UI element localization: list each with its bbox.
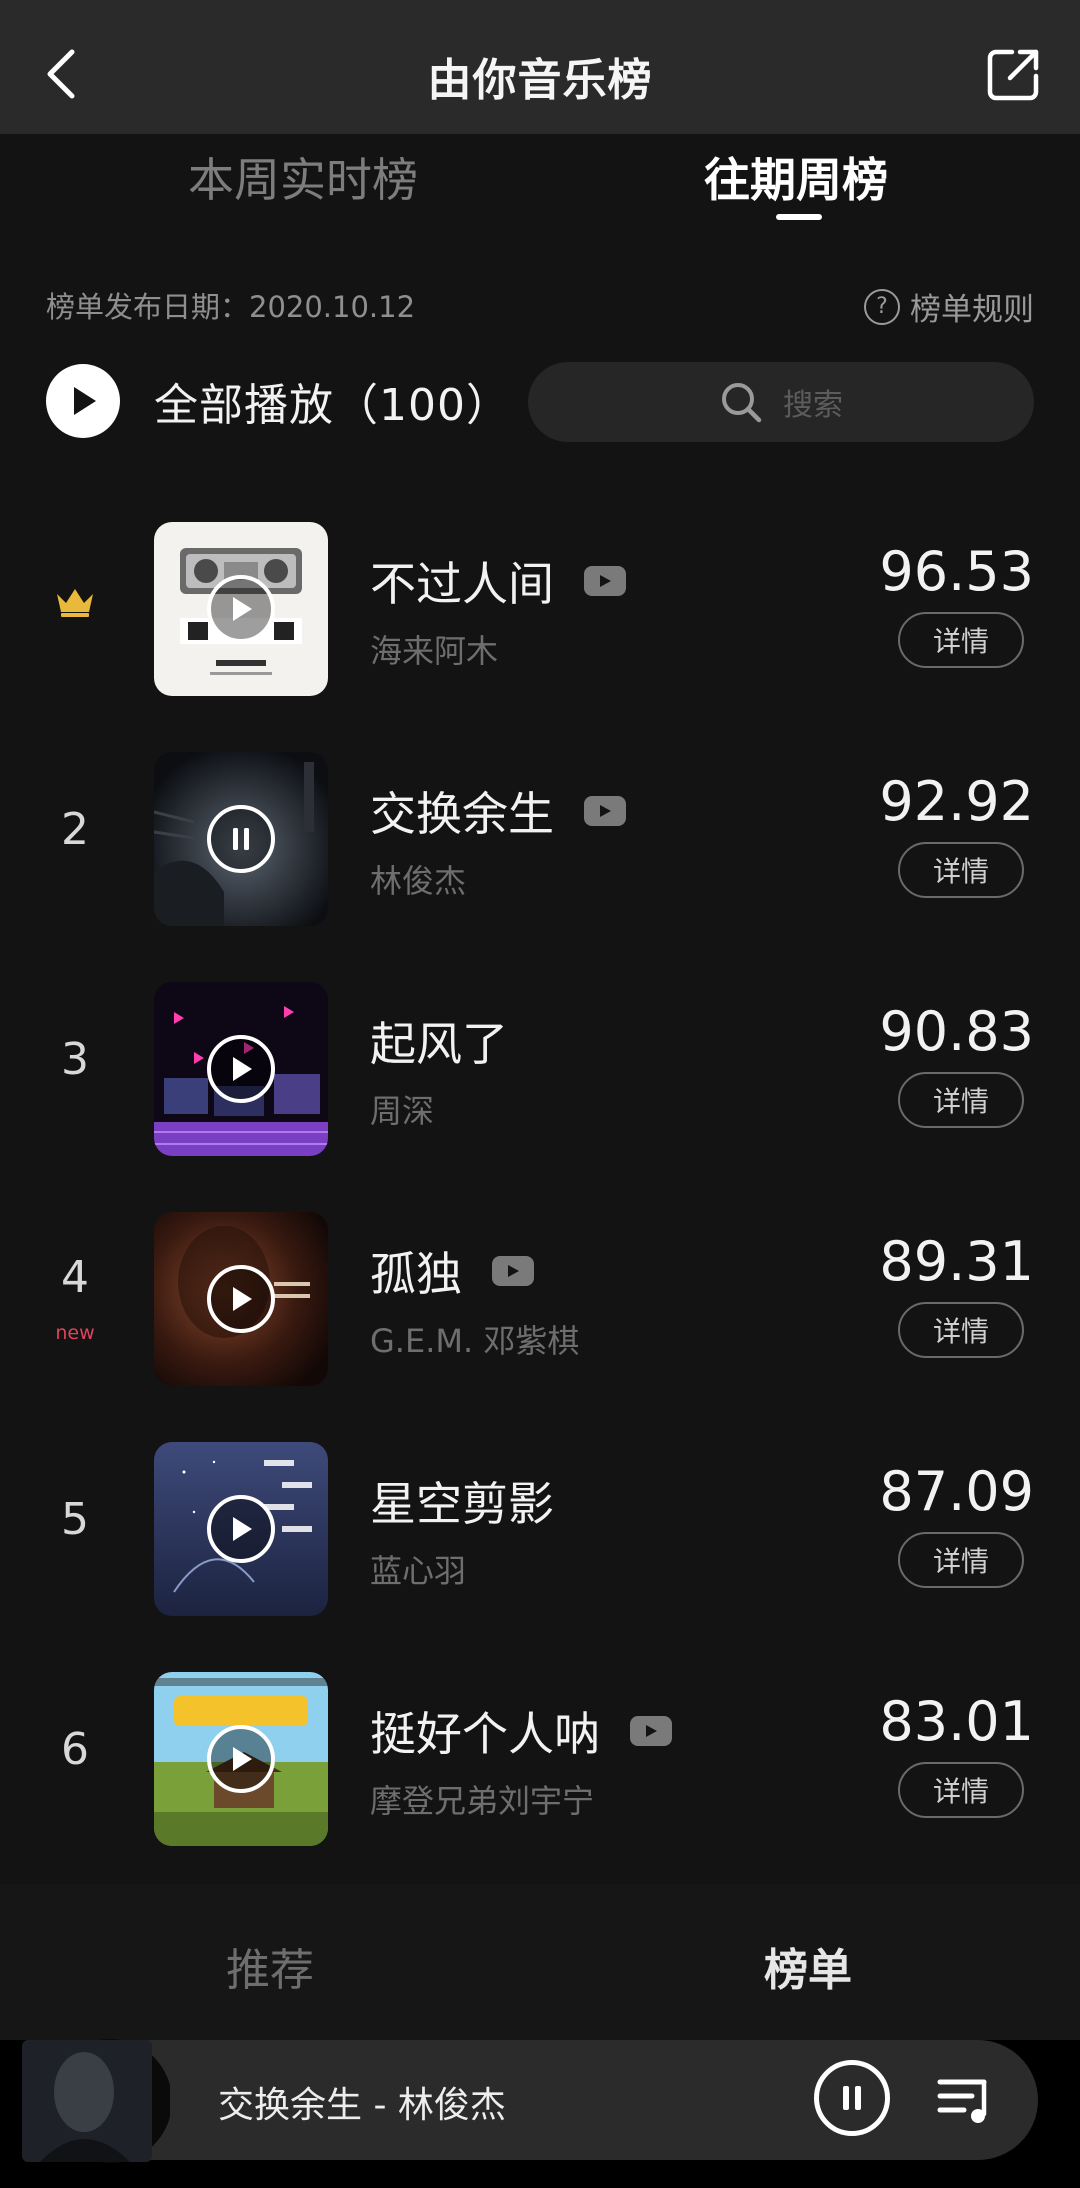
song-title-row: 不过人间	[370, 548, 626, 614]
song-title: 星空剪影	[370, 1477, 554, 1531]
song-rank: 5	[61, 1494, 89, 1545]
song-score: 90.83	[879, 1000, 1034, 1063]
top-bar: 由你音乐榜	[0, 0, 1080, 134]
song-row-3[interactable]: 3 起风了 周深 90.83 详情	[0, 982, 1080, 1158]
question-icon: ?	[864, 288, 900, 325]
detail-button[interactable]: 详情	[898, 1302, 1024, 1358]
chart-tabs: 本周实时榜 往期周榜	[0, 134, 1080, 234]
song-title: 孤独	[370, 1247, 462, 1301]
detail-button[interactable]: 详情	[898, 1532, 1024, 1588]
mv-icon[interactable]	[492, 1256, 534, 1286]
play-icon[interactable]	[207, 1495, 275, 1563]
song-title-row: 交换余生	[370, 778, 626, 844]
song-title-row: 孤独	[370, 1238, 534, 1304]
song-score: 89.31	[879, 1230, 1034, 1293]
detail-button[interactable]: 详情	[898, 1762, 1024, 1818]
now-playing-text: 交换余生 - 林俊杰	[218, 2085, 506, 2126]
album-cover[interactable]	[154, 1672, 328, 1846]
song-title: 挺好个人呐	[370, 1707, 600, 1761]
music-chart-screen: 由你音乐榜 本周实时榜 往期周榜 榜单发布日期：2020.10.12 ? 榜单规…	[0, 0, 1080, 2188]
page-title: 由你音乐榜	[427, 55, 653, 106]
play-icon[interactable]	[207, 1035, 275, 1103]
play-icon[interactable]	[207, 1265, 275, 1333]
song-rank: 3	[61, 1034, 89, 1085]
play-icon	[46, 364, 120, 438]
song-score: 87.09	[879, 1460, 1034, 1523]
pause-icon[interactable]	[207, 805, 275, 873]
song-row-5[interactable]: 5 星空剪影 蓝心羽 87.09 详情	[0, 1442, 1080, 1618]
pause-icon	[843, 2086, 861, 2110]
song-title-row: 星空剪影	[370, 1468, 554, 1534]
search-placeholder: 搜索	[783, 388, 843, 423]
bottom-nav: 推荐 榜单	[0, 1884, 1080, 2044]
song-artist: 摩登兄弟刘宇宁	[370, 1782, 595, 1820]
share-icon[interactable]	[984, 46, 1042, 104]
play-all-label: 全部播放（100）	[154, 380, 511, 431]
chart-rules-link[interactable]: ? 榜单规则	[864, 284, 1034, 329]
song-score: 96.53	[879, 540, 1034, 603]
search-icon	[722, 383, 762, 423]
song-row-6[interactable]: 6 挺好个人呐 摩登兄弟刘宇宁 83.01 详情	[0, 1672, 1080, 1848]
mv-icon[interactable]	[630, 1716, 672, 1746]
album-cover[interactable]	[154, 1212, 328, 1386]
now-playing-cover[interactable]	[0, 2026, 170, 2176]
album-cover[interactable]	[154, 982, 328, 1156]
song-artist: 海来阿木	[370, 632, 499, 670]
new-badge: new	[55, 1322, 95, 1344]
nav-recommend[interactable]: 推荐	[226, 1934, 314, 1998]
detail-button[interactable]: 详情	[898, 842, 1024, 898]
song-rank: 2	[61, 804, 89, 855]
song-rank: 6	[61, 1724, 89, 1775]
playlist-icon[interactable]	[934, 2068, 996, 2130]
song-artist: 周深	[370, 1092, 435, 1130]
song-artist: 蓝心羽	[370, 1552, 467, 1590]
song-score: 92.92	[879, 770, 1034, 833]
mini-player[interactable]: 交换余生 - 林俊杰	[22, 2039, 1038, 2163]
song-title: 不过人间	[370, 557, 554, 611]
play-icon[interactable]	[207, 1725, 275, 1793]
album-cover[interactable]	[154, 752, 328, 926]
song-title: 起风了	[370, 1017, 508, 1071]
crown-icon	[57, 589, 93, 617]
song-row-2[interactable]: 2 交换余生 林俊杰 92.92 详情	[0, 752, 1080, 928]
nav-charts[interactable]: 榜单	[764, 1934, 852, 1998]
play-all-button[interactable]: 全部播放（100）	[46, 364, 511, 438]
tab-realtime[interactable]: 本周实时榜	[188, 144, 418, 210]
detail-button[interactable]: 详情	[898, 612, 1024, 668]
song-title-row: 起风了	[370, 1008, 508, 1074]
play-icon[interactable]	[207, 575, 275, 643]
detail-button[interactable]: 详情	[898, 1072, 1024, 1128]
tab-past-weekly[interactable]: 往期周榜	[704, 144, 888, 210]
song-score: 83.01	[879, 1690, 1034, 1753]
song-row-4[interactable]: 4 new 孤独 G.E.M. 邓紫棋 89.31 详情	[0, 1212, 1080, 1388]
album-cover[interactable]	[154, 1442, 328, 1616]
song-title: 交换余生	[370, 787, 554, 841]
song-artist: 林俊杰	[370, 862, 467, 900]
chart-rules-label: 榜单规则	[910, 292, 1034, 328]
publish-date: 榜单发布日期：2020.10.12	[46, 290, 416, 324]
mv-icon[interactable]	[584, 796, 626, 826]
song-title-row: 挺好个人呐	[370, 1698, 672, 1764]
song-row-1[interactable]: 不过人间 海来阿木 96.53 详情	[0, 522, 1080, 698]
search-input[interactable]: 搜索	[528, 362, 1034, 442]
mv-icon[interactable]	[584, 566, 626, 596]
song-artist: G.E.M. 邓紫棋	[370, 1322, 580, 1360]
album-cover[interactable]	[154, 522, 328, 696]
active-tab-indicator	[776, 214, 822, 220]
pause-button[interactable]	[814, 2060, 890, 2136]
song-rank: 4	[61, 1252, 89, 1303]
